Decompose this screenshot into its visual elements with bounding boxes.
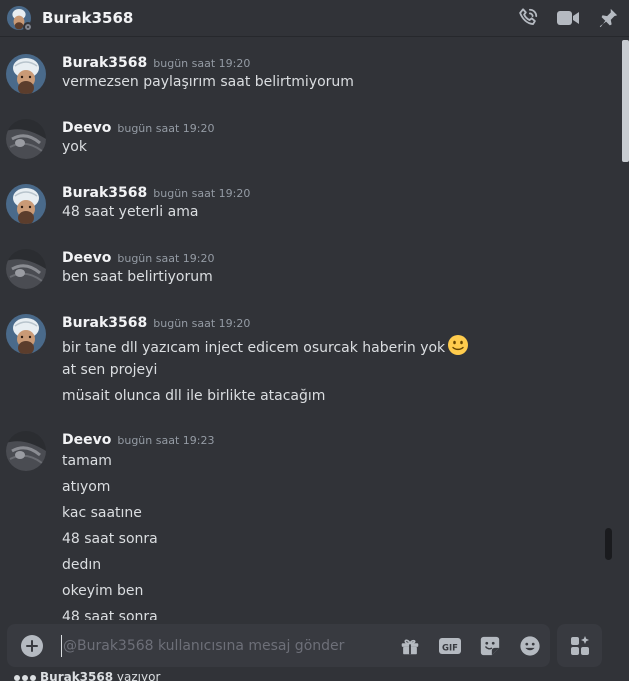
message-author[interactable]: Burak3568 bbox=[62, 55, 147, 71]
add-attachment-button[interactable] bbox=[21, 635, 43, 657]
message-text: yok bbox=[62, 139, 87, 155]
gift-icon[interactable] bbox=[390, 634, 430, 658]
message-author[interactable]: Burak3568 bbox=[62, 315, 147, 331]
message-text: okeyim ben bbox=[62, 583, 144, 599]
message-text: müsait olunca dll ile birlikte atacağım bbox=[62, 388, 326, 404]
message-list: Burak3568 bugün saat 19:20 vermezsen payl… bbox=[0, 38, 617, 620]
message-text: bir tane dll yazıcam inject edicem osurc… bbox=[62, 334, 469, 362]
typing-dots-icon bbox=[14, 670, 40, 681]
avatar[interactable] bbox=[6, 119, 46, 159]
message-input[interactable] bbox=[61, 635, 381, 657]
typing-text: yazıyor bbox=[116, 670, 161, 681]
channel-header: Burak3568 bbox=[0, 0, 629, 37]
message-timestamp: bugün saat 19:20 bbox=[153, 57, 251, 70]
gif-icon[interactable]: GIF bbox=[430, 634, 470, 658]
apps-icon bbox=[570, 635, 589, 655]
message-author[interactable]: Deevo bbox=[62, 432, 111, 448]
message-text: tamam bbox=[62, 453, 112, 469]
avatar[interactable] bbox=[6, 54, 46, 94]
message-timestamp: bugün saat 19:23 bbox=[117, 434, 215, 447]
message-text: kac saatıne bbox=[62, 505, 142, 521]
slightly-smiling-face-icon[interactable] bbox=[447, 334, 469, 362]
message-text: vermezsen paylaşırım saat belirtmiyorum bbox=[62, 74, 354, 90]
plus-icon bbox=[26, 640, 38, 652]
message-text: atıyom bbox=[62, 479, 111, 495]
message-author[interactable]: Deevo bbox=[62, 120, 111, 136]
video-call-icon[interactable] bbox=[555, 6, 581, 30]
voice-call-icon[interactable] bbox=[515, 6, 541, 30]
message-timestamp: bugün saat 19:20 bbox=[117, 122, 215, 135]
header-title: Burak3568 bbox=[42, 9, 134, 27]
message-text: 48 saat sonra bbox=[62, 531, 158, 547]
header-avatar[interactable] bbox=[7, 6, 33, 32]
message-text: dedın bbox=[62, 557, 102, 573]
message-text: ben saat belirtiyorum bbox=[62, 269, 213, 285]
message-text: at sen projeyi bbox=[62, 362, 158, 378]
avatar[interactable] bbox=[6, 314, 46, 354]
message-timestamp: bugün saat 19:20 bbox=[153, 187, 251, 200]
message-composer: GIF bbox=[7, 624, 550, 667]
apps-button[interactable] bbox=[557, 624, 602, 667]
svg-text:GIF: GIF bbox=[442, 644, 458, 654]
offline-status-icon bbox=[23, 22, 33, 32]
avatar[interactable] bbox=[6, 249, 46, 289]
message-text: 48 saat yeterli ama bbox=[62, 204, 199, 220]
sticker-icon[interactable] bbox=[470, 634, 510, 658]
message-text: 48 saat sonra bbox=[62, 609, 158, 620]
typing-indicator: Burak3568 yazıyor bbox=[14, 670, 160, 681]
message-timestamp: bugün saat 19:20 bbox=[153, 317, 251, 330]
emoji-picker-icon[interactable] bbox=[510, 634, 550, 658]
outer-scrollbar[interactable] bbox=[622, 40, 629, 162]
message-scrollbar[interactable] bbox=[605, 528, 612, 560]
pinned-messages-icon[interactable] bbox=[595, 6, 621, 30]
avatar[interactable] bbox=[6, 184, 46, 224]
message-author[interactable]: Deevo bbox=[62, 250, 111, 266]
typing-user: Burak3568 bbox=[40, 670, 114, 681]
message-timestamp: bugün saat 19:20 bbox=[117, 252, 215, 265]
message-author[interactable]: Burak3568 bbox=[62, 185, 147, 201]
avatar[interactable] bbox=[6, 431, 46, 471]
